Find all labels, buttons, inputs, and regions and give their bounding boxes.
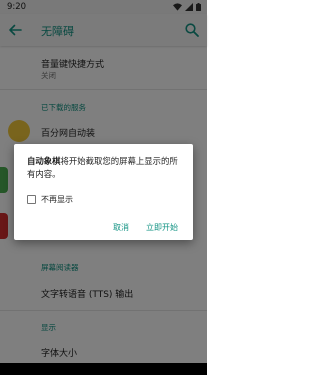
navigation-bar (0, 363, 207, 375)
dont-show-again-checkbox[interactable] (27, 195, 36, 204)
screen-capture-dialog: 自动象棋将开始截取您的屏幕上显示的所有内容。 不再显示 取消 立即开始 (14, 144, 193, 240)
dialog-app-name: 自动象棋 (27, 156, 61, 166)
dialog-message: 自动象棋将开始截取您的屏幕上显示的所有内容。 (27, 155, 185, 181)
start-now-button[interactable]: 立即开始 (146, 222, 178, 233)
checkbox-label[interactable]: 不再显示 (41, 194, 73, 205)
cancel-button[interactable]: 取消 (113, 222, 129, 233)
